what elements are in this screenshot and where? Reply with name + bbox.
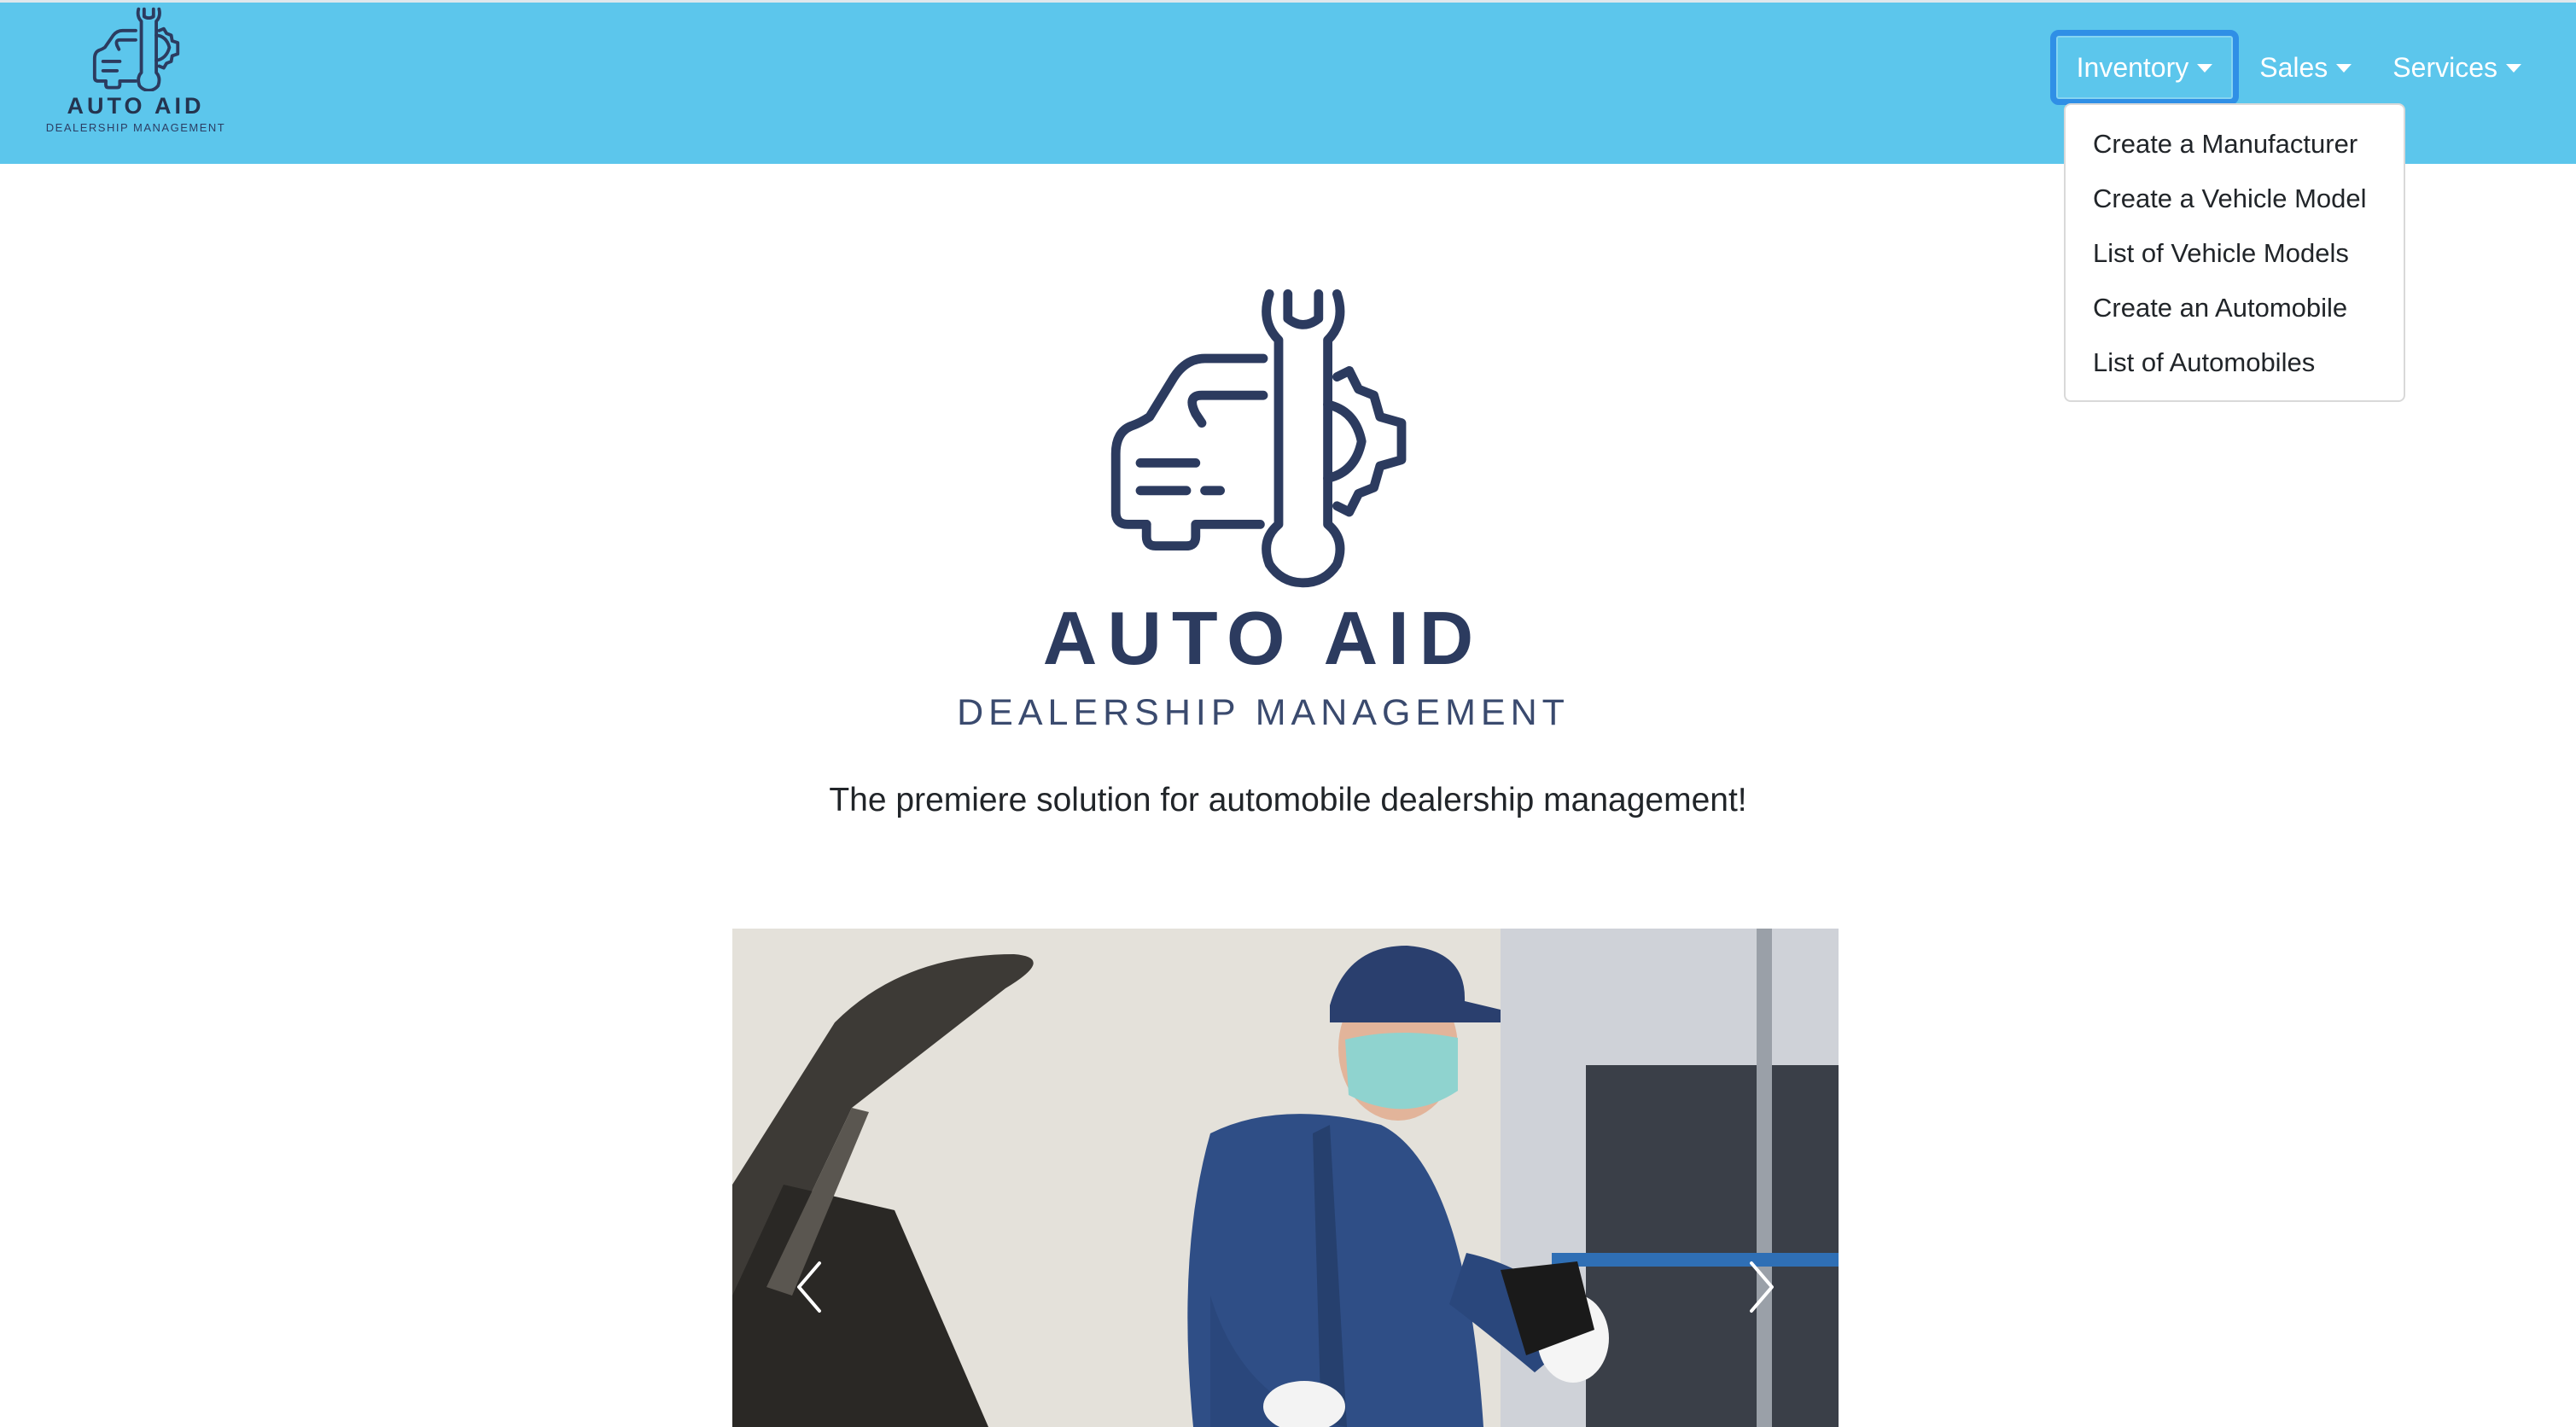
nav-services-label: Services (2392, 51, 2497, 83)
dropdown-item-create-vehicle-model[interactable]: Create a Vehicle Model (2066, 172, 2404, 226)
brand-subtitle: DEALERSHIP MANAGEMENT (45, 121, 226, 134)
dropdown-item-list-automobiles[interactable]: List of Automobiles (2066, 335, 2404, 390)
nav-sales-label: Sales (2259, 51, 2328, 83)
hero-subtitle: DEALERSHIP MANAGEMENT (957, 692, 1570, 733)
inventory-dropdown-menu: Create a Manufacturer Create a Vehicle M… (2064, 103, 2405, 402)
nav-services-dropdown[interactable]: Services (2372, 30, 2542, 105)
nav-inventory-label: Inventory (2076, 51, 2189, 83)
hero-logo: AUTO AID DEALERSHIP MANAGEMENT (939, 282, 1588, 760)
tagline: The premiere solution for automobile dea… (829, 782, 1747, 818)
brand-title: AUTO AID (67, 93, 205, 119)
hero-title: AUTO AID (1042, 596, 1484, 680)
hero-carousel (732, 929, 1839, 1427)
caret-down-icon (2336, 64, 2352, 73)
car-wrench-gear-icon (92, 7, 180, 91)
carousel-next-button[interactable] (1736, 1253, 1787, 1321)
caret-down-icon (2506, 64, 2521, 73)
carousel-image-mechanic (732, 929, 1839, 1427)
car-wrench-gear-icon (1110, 289, 1407, 588)
chevron-right-icon (1750, 1261, 1774, 1313)
nav-inventory-dropdown[interactable]: Inventory (2049, 30, 2240, 105)
nav-menu: Inventory Sales Services (2049, 30, 2542, 105)
carousel-prev-button[interactable] (784, 1253, 835, 1321)
dropdown-item-create-manufacturer[interactable]: Create a Manufacturer (2066, 117, 2404, 172)
caret-down-icon (2197, 64, 2213, 73)
dropdown-item-create-automobile[interactable]: Create an Automobile (2066, 281, 2404, 335)
nav-sales-dropdown[interactable]: Sales (2239, 30, 2372, 105)
dropdown-item-list-vehicle-models[interactable]: List of Vehicle Models (2066, 226, 2404, 281)
chevron-left-icon (797, 1261, 821, 1313)
brand-logo-link[interactable]: AUTO AID DEALERSHIP MANAGEMENT (38, 3, 234, 139)
